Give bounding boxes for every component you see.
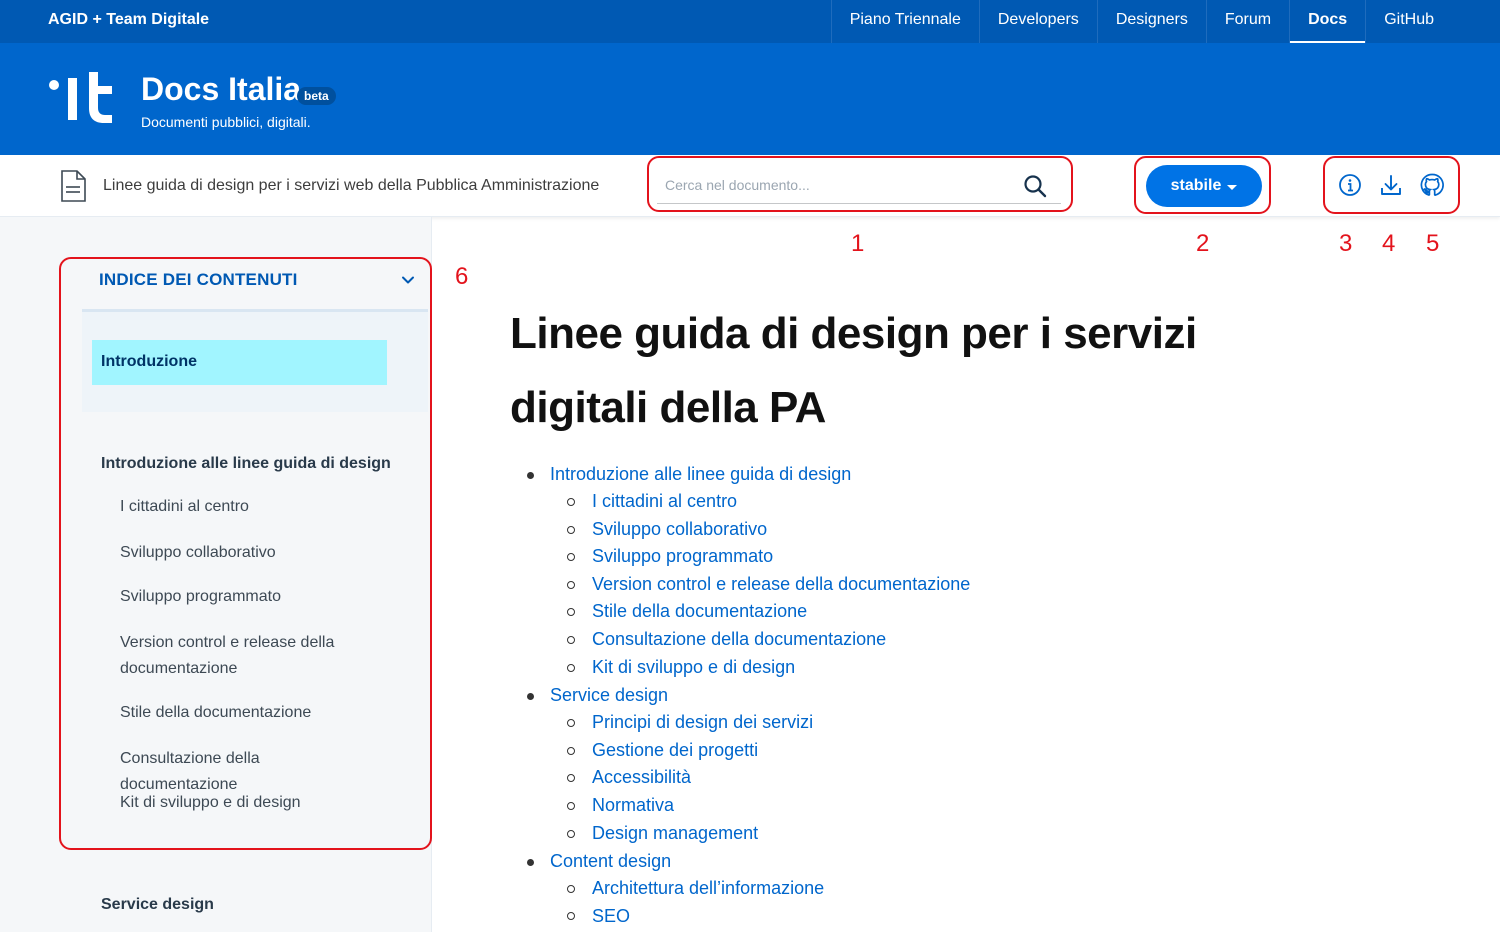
document-icon bbox=[61, 170, 86, 202]
content-link[interactable]: Architettura dell’informazione bbox=[592, 878, 824, 899]
bullet-dot bbox=[527, 859, 534, 866]
top-bar: AGID + Team Digitale Piano Triennale Dev… bbox=[0, 0, 1500, 43]
bullet-circle bbox=[567, 498, 575, 506]
brand-subtitle: Documenti pubblici, digitali. bbox=[141, 114, 311, 130]
content-link[interactable]: Sviluppo programmato bbox=[592, 546, 773, 567]
content-link[interactable]: Kit di sviluppo e di design bbox=[592, 657, 795, 678]
bullet-circle bbox=[567, 664, 575, 672]
document-title: Linee guida di design per i servizi web … bbox=[103, 177, 600, 194]
annotation-number: 4 bbox=[1382, 230, 1396, 257]
beta-badge: beta bbox=[297, 87, 336, 105]
page-title: Linee guida di design per i servizi digi… bbox=[510, 309, 1197, 432]
bullet-circle bbox=[567, 774, 575, 782]
bullet-circle bbox=[567, 830, 575, 838]
top-nav: Piano Triennale Developers Designers For… bbox=[830, 0, 1452, 43]
content-link[interactable]: Version control e release della document… bbox=[592, 574, 970, 595]
annotation-box-version bbox=[1134, 156, 1271, 214]
bullet-circle bbox=[567, 608, 575, 616]
nav-developers[interactable]: Developers bbox=[978, 0, 1097, 43]
nav-forum[interactable]: Forum bbox=[1205, 0, 1289, 43]
content-link[interactable]: Stile della documentazione bbox=[592, 601, 807, 622]
content-link[interactable]: Sviluppo collaborativo bbox=[592, 519, 767, 540]
annotation-box-search bbox=[647, 156, 1073, 212]
content-link[interactable]: Service design bbox=[550, 685, 668, 706]
bullet-circle bbox=[567, 747, 575, 755]
content-link[interactable]: Introduzione alle linee guida di design bbox=[550, 464, 851, 485]
content-link[interactable]: Content design bbox=[550, 851, 671, 872]
bullet-circle bbox=[567, 553, 575, 561]
content-link[interactable]: Principi di design dei servizi bbox=[592, 712, 813, 733]
bullet-circle bbox=[567, 581, 575, 589]
toc-section-service-design[interactable]: Service design bbox=[101, 896, 214, 914]
content-link[interactable]: Gestione dei progetti bbox=[592, 740, 758, 761]
content-link[interactable]: Accessibilità bbox=[592, 767, 691, 788]
annotation-number: 3 bbox=[1339, 230, 1353, 257]
content-link[interactable]: SEO bbox=[592, 906, 630, 927]
bullet-circle bbox=[567, 885, 575, 893]
bullet-circle bbox=[567, 526, 575, 534]
docs-italia-logo[interactable] bbox=[46, 68, 121, 128]
content-link[interactable]: Design management bbox=[592, 823, 758, 844]
nav-designers[interactable]: Designers bbox=[1096, 0, 1206, 43]
bullet-circle bbox=[567, 912, 575, 920]
annotation-box-toc bbox=[59, 257, 432, 850]
org-link[interactable]: AGID + Team Digitale bbox=[48, 11, 209, 29]
content-link[interactable]: Consultazione della documentazione bbox=[592, 629, 886, 650]
bullet-dot bbox=[527, 472, 534, 479]
annotation-number: 1 bbox=[851, 230, 865, 257]
nav-docs[interactable]: Docs bbox=[1289, 0, 1366, 43]
nav-piano-triennale[interactable]: Piano Triennale bbox=[830, 0, 979, 43]
bullet-circle bbox=[567, 802, 575, 810]
annotation-number: 2 bbox=[1196, 230, 1210, 257]
bullet-dot bbox=[527, 693, 534, 700]
annotation-box-tools bbox=[1323, 156, 1460, 214]
bullet-circle bbox=[567, 636, 575, 644]
site-header: Docs Italia beta Documenti pubblici, dig… bbox=[0, 43, 1500, 155]
content-link[interactable]: I cittadini al centro bbox=[592, 491, 737, 512]
content-link[interactable]: Normativa bbox=[592, 795, 674, 816]
annotation-number: 6 bbox=[455, 263, 469, 290]
bullet-circle bbox=[567, 719, 575, 727]
nav-github[interactable]: GitHub bbox=[1365, 0, 1452, 43]
annotation-number: 5 bbox=[1426, 230, 1440, 257]
brand-title[interactable]: Docs Italia bbox=[141, 71, 301, 108]
